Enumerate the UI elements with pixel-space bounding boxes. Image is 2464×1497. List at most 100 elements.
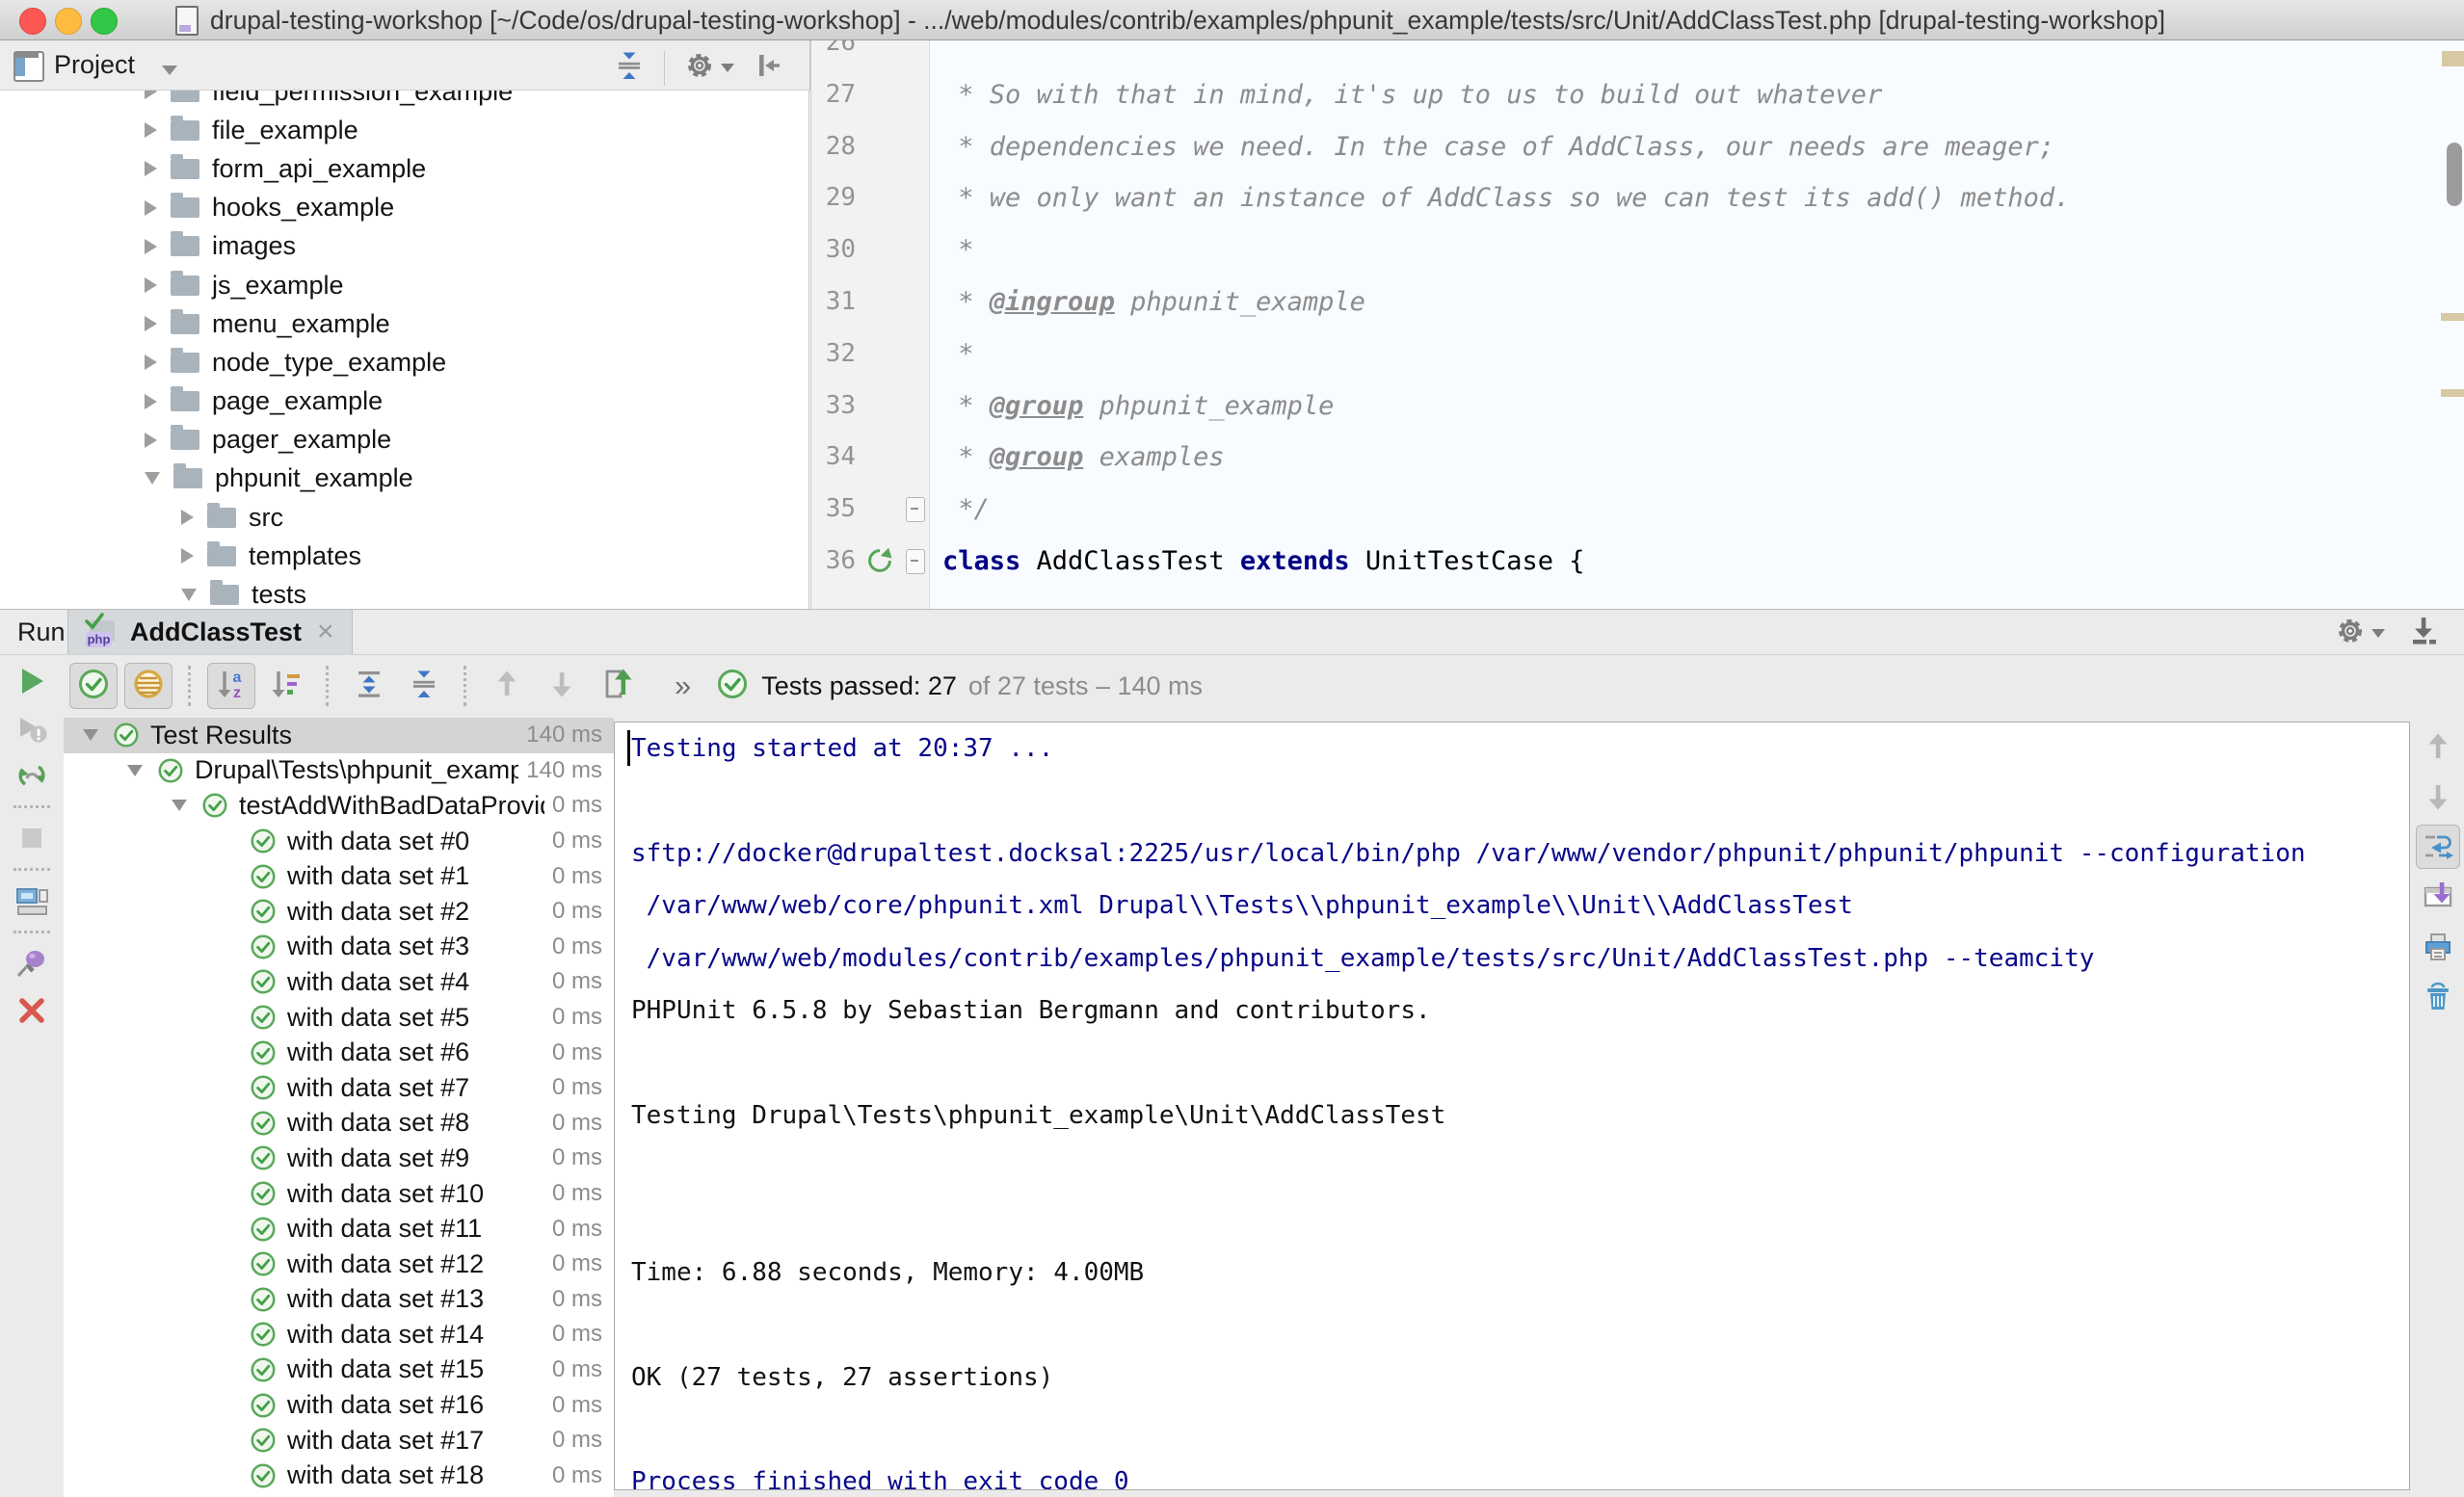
editor-line[interactable]: 35 */ xyxy=(811,484,2464,536)
close-tab-icon[interactable]: × xyxy=(317,616,334,648)
editor-line[interactable]: 27 * So with that in mind, it's up to us… xyxy=(811,69,2464,121)
project-tree-item[interactable]: src xyxy=(0,498,808,537)
project-tree-item[interactable]: tests xyxy=(0,575,808,609)
chevron-down-icon[interactable] xyxy=(162,66,177,75)
test-tree-row[interactable]: with data set #80 ms xyxy=(64,1106,614,1142)
chevron-collapsed-icon[interactable] xyxy=(145,122,157,138)
chevron-collapsed-icon[interactable] xyxy=(181,548,194,564)
close-window-button[interactable] xyxy=(19,8,46,35)
code-editor[interactable]: 2627 * So with that in mind, it's up to … xyxy=(810,40,2464,609)
soft-wrap-icon[interactable] xyxy=(2416,825,2460,869)
zoom-window-button[interactable] xyxy=(91,8,118,35)
more-actions-chevron[interactable]: » xyxy=(675,669,691,703)
test-tree-row[interactable]: with data set #180 ms xyxy=(64,1458,614,1493)
rerun-icon[interactable] xyxy=(11,661,53,701)
show-ignored-button[interactable] xyxy=(124,663,172,709)
arrow-up-icon[interactable] xyxy=(2416,724,2460,769)
editor-line[interactable]: 26 xyxy=(811,40,2464,69)
project-tree[interactable]: field_permission_examplefile_exampleform… xyxy=(0,91,809,609)
project-tree-item[interactable]: js_example xyxy=(0,266,808,304)
project-tree-item[interactable]: menu_example xyxy=(0,304,808,343)
chevron-expanded-icon[interactable] xyxy=(127,765,143,776)
sort-by-duration-button[interactable] xyxy=(262,663,310,709)
chevron-collapsed-icon[interactable] xyxy=(145,355,157,370)
chevron-collapsed-icon[interactable] xyxy=(145,239,157,254)
rerun-failed-icon[interactable] xyxy=(11,708,53,748)
project-tree-item[interactable]: templates xyxy=(0,537,808,575)
test-tree-row[interactable]: with data set #00 ms xyxy=(64,824,614,859)
sort-alphabetically-button[interactable]: az xyxy=(207,663,255,709)
editor-line[interactable]: 33 * @group phpunit_example xyxy=(811,381,2464,433)
project-tree-item[interactable]: hooks_example xyxy=(0,189,808,227)
run-tab-addclasstest[interactable]: php AddClassTest × xyxy=(67,610,353,654)
test-results-tree[interactable]: Test Results140 msDrupal\Tests\phpunit_e… xyxy=(64,718,614,1497)
previous-failed-button[interactable] xyxy=(483,663,531,709)
editor-line[interactable]: 31 * @ingroup phpunit_example xyxy=(811,276,2464,328)
test-tree-row[interactable]: with data set #40 ms xyxy=(64,964,614,1000)
import-results-button[interactable] xyxy=(593,663,641,709)
project-tree-item[interactable]: field_permission_example xyxy=(0,91,808,111)
test-tree-row[interactable]: with data set #130 ms xyxy=(64,1282,614,1318)
test-tree-row[interactable]: with data set #10 ms xyxy=(64,858,614,894)
chevron-collapsed-icon[interactable] xyxy=(145,200,157,216)
editor-line[interactable]: 28 * dependencies we need. In the case o… xyxy=(811,121,2464,173)
clear-all-icon[interactable] xyxy=(2416,975,2460,1019)
collapse-all-icon[interactable] xyxy=(612,48,647,88)
project-tree-item[interactable]: page_example xyxy=(0,382,808,421)
settings-button[interactable] xyxy=(682,48,734,88)
next-failed-button[interactable] xyxy=(538,663,586,709)
test-tree-row[interactable]: with data set #150 ms xyxy=(64,1353,614,1388)
chevron-collapsed-icon[interactable] xyxy=(145,316,157,331)
test-tree-row[interactable]: with data set #170 ms xyxy=(64,1423,614,1458)
stop-icon[interactable] xyxy=(11,818,53,858)
test-tree-row[interactable]: with data set #110 ms xyxy=(64,1211,614,1247)
warning-stripe-mark[interactable] xyxy=(2441,313,2464,321)
restore-layout-icon[interactable] xyxy=(11,880,53,921)
warning-stripe-mark[interactable] xyxy=(2442,51,2464,66)
chevron-collapsed-icon[interactable] xyxy=(145,394,157,409)
editor-line[interactable]: 36class AddClassTest extends UnitTestCas… xyxy=(811,536,2464,588)
test-tree-row[interactable]: with data set #120 ms xyxy=(64,1247,614,1282)
test-tree-row[interactable]: with data set #30 ms xyxy=(64,930,614,965)
editor-line[interactable]: 29 * we only want an instance of AddClas… xyxy=(811,172,2464,224)
editor-scrollbar-thumb[interactable] xyxy=(2447,143,2462,206)
export-output-icon[interactable] xyxy=(2416,875,2460,919)
test-tree-row[interactable]: Drupal\Tests\phpunit_examp140 ms xyxy=(64,753,614,789)
project-panel-title[interactable]: Project xyxy=(54,50,135,80)
pin-icon[interactable] xyxy=(11,943,53,984)
chevron-collapsed-icon[interactable] xyxy=(181,510,194,525)
project-tree-item[interactable]: form_api_example xyxy=(0,149,808,188)
chevron-expanded-icon[interactable] xyxy=(145,472,160,485)
project-tree-item[interactable]: node_type_example xyxy=(0,343,808,381)
warning-stripe-mark[interactable] xyxy=(2441,389,2464,397)
editor-line[interactable]: 30 * xyxy=(811,224,2464,276)
chevron-expanded-icon[interactable] xyxy=(181,589,197,601)
project-tree-item[interactable]: file_example xyxy=(0,111,808,149)
arrow-down-icon[interactable] xyxy=(2416,775,2460,819)
project-tree-item[interactable]: phpunit_example xyxy=(0,460,808,498)
project-tree-item[interactable]: pager_example xyxy=(0,421,808,460)
run-settings-button[interactable] xyxy=(2333,614,2385,653)
test-tree-row[interactable]: with data set #160 ms xyxy=(64,1387,614,1423)
chevron-expanded-icon[interactable] xyxy=(83,729,98,741)
auto-test-icon[interactable] xyxy=(11,755,53,796)
test-tree-row[interactable]: Test Results140 ms xyxy=(64,718,614,753)
test-tree-row[interactable]: with data set #20 ms xyxy=(64,894,614,930)
hide-toolwindow-icon[interactable] xyxy=(2406,614,2441,653)
test-tree-row[interactable]: with data set #60 ms xyxy=(64,1035,614,1070)
run-test-icon[interactable] xyxy=(865,546,894,582)
test-tree-row[interactable]: with data set #190 ms xyxy=(64,1493,614,1497)
test-tree-row[interactable]: with data set #50 ms xyxy=(64,1000,614,1036)
close-icon[interactable] xyxy=(11,990,53,1031)
chevron-collapsed-icon[interactable] xyxy=(145,161,157,176)
chevron-collapsed-icon[interactable] xyxy=(145,277,157,293)
fold-marker-icon[interactable] xyxy=(906,497,925,522)
editor-line[interactable]: 34 * @group examples xyxy=(811,432,2464,484)
print-icon[interactable] xyxy=(2416,925,2460,969)
test-tree-row[interactable]: with data set #70 ms xyxy=(64,1070,614,1106)
show-passed-button[interactable] xyxy=(69,663,118,709)
expand-all-button[interactable] xyxy=(345,663,393,709)
test-tree-row[interactable]: with data set #90 ms xyxy=(64,1141,614,1176)
test-tree-row[interactable]: testAddWithBadDataProvid0 ms xyxy=(64,788,614,824)
editor-line[interactable]: 32 * xyxy=(811,328,2464,381)
